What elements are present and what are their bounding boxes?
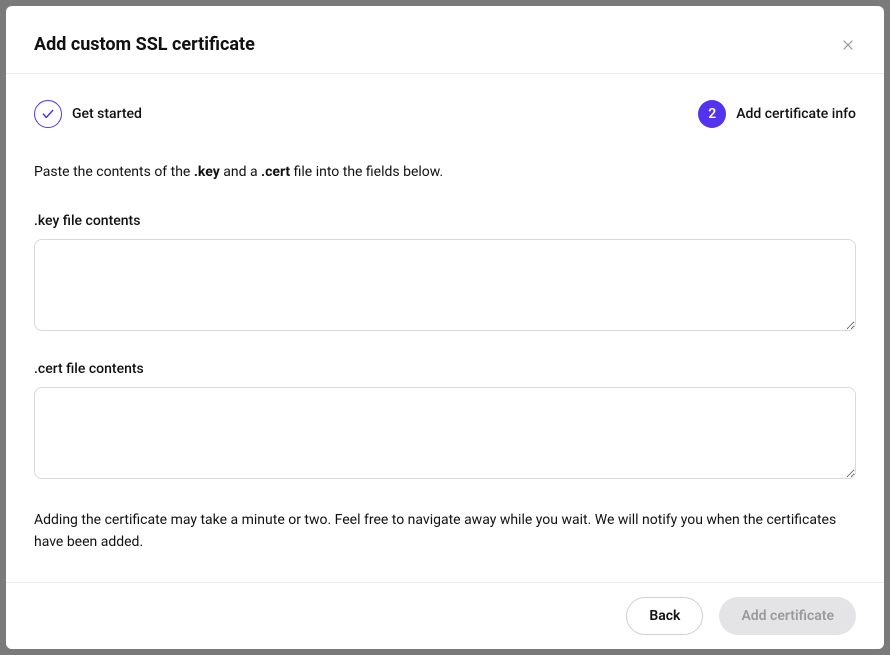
step-indicator: Get started 2 Add certificate info bbox=[34, 100, 856, 128]
note-text: Adding the certificate may take a minute… bbox=[34, 509, 856, 554]
add-certificate-button[interactable]: Add certificate bbox=[719, 597, 856, 635]
instruction-text: Paste the contents of the .key and a .ce… bbox=[34, 162, 856, 183]
close-icon[interactable] bbox=[840, 37, 856, 53]
checkmark-icon bbox=[34, 100, 62, 128]
ssl-certificate-modal: Add custom SSL certificate Get started 2… bbox=[6, 6, 884, 649]
step-get-started[interactable]: Get started bbox=[34, 100, 142, 128]
step2-label: Add certificate info bbox=[736, 106, 856, 122]
key-field-block: .key file contents bbox=[34, 213, 856, 335]
back-button[interactable]: Back bbox=[626, 597, 703, 635]
cert-field-block: .cert file contents bbox=[34, 361, 856, 483]
cert-field-label: .cert file contents bbox=[34, 361, 856, 377]
modal-header: Add custom SSL certificate bbox=[6, 6, 884, 74]
key-file-input[interactable] bbox=[34, 239, 856, 331]
step1-label: Get started bbox=[72, 106, 142, 122]
modal-title: Add custom SSL certificate bbox=[34, 34, 255, 55]
key-field-label: .key file contents bbox=[34, 213, 856, 229]
modal-footer: Back Add certificate bbox=[6, 582, 884, 649]
step-add-certificate-info: 2 Add certificate info bbox=[698, 100, 856, 128]
cert-file-input[interactable] bbox=[34, 387, 856, 479]
modal-body: Get started 2 Add certificate info Paste… bbox=[6, 74, 884, 582]
step2-number: 2 bbox=[698, 100, 726, 128]
